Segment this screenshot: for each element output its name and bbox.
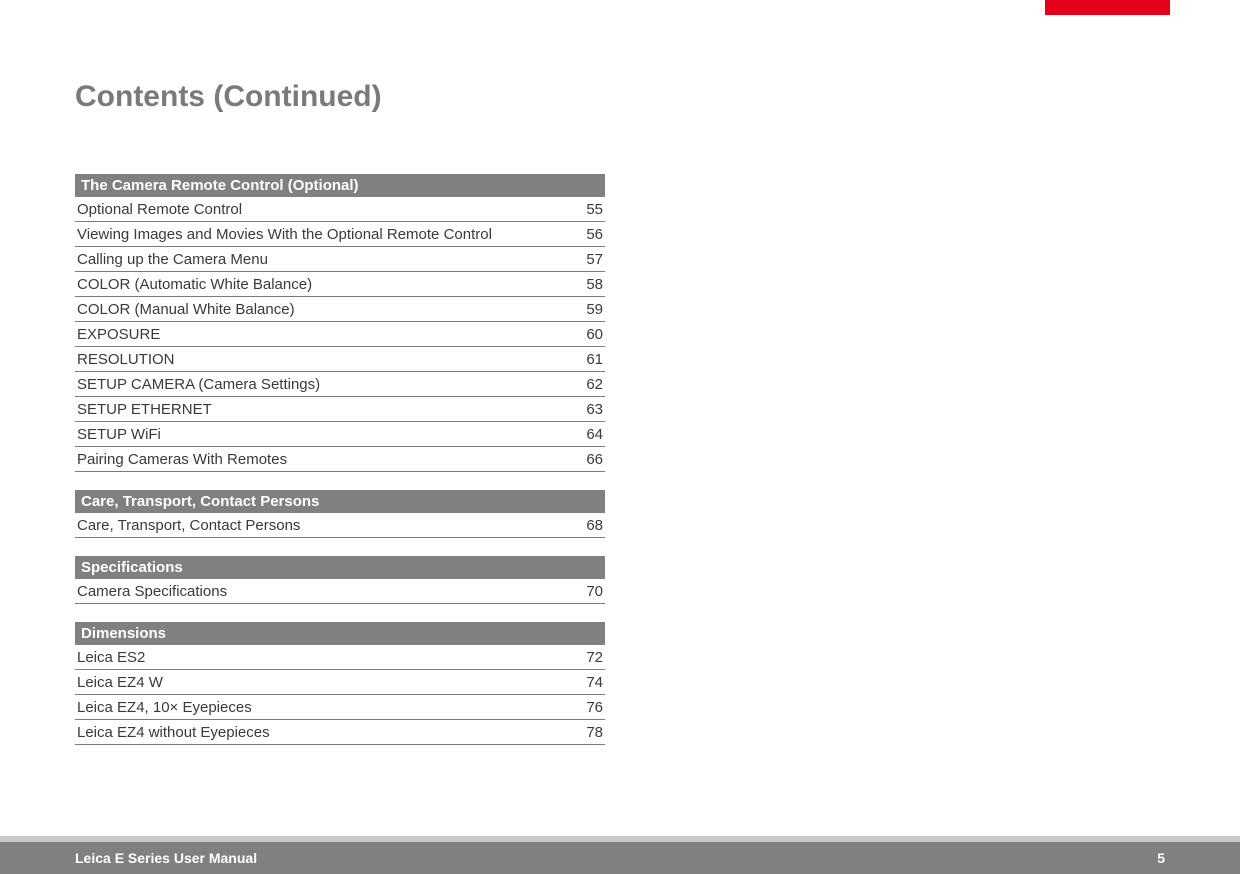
toc-page: 68 <box>573 517 603 534</box>
toc-label: Leica EZ4 W <box>77 674 573 691</box>
toc-entry[interactable]: Care, Transport, Contact Persons68 <box>75 513 605 538</box>
toc-entry[interactable]: Leica EZ4 W74 <box>75 670 605 695</box>
page-title: Contents (Continued) <box>75 80 1240 114</box>
toc-label: Pairing Cameras With Remotes <box>77 451 573 468</box>
page-footer: Leica E Series User Manual 5 <box>0 842 1240 874</box>
toc-entry[interactable]: Pairing Cameras With Remotes66 <box>75 447 605 472</box>
toc-page: 63 <box>573 401 603 418</box>
toc-entry[interactable]: Camera Specifications70 <box>75 579 605 604</box>
toc-label: Leica ES2 <box>77 649 573 666</box>
toc-page: 78 <box>573 724 603 741</box>
toc-label: Optional Remote Control <box>77 201 573 218</box>
toc-label: SETUP CAMERA (Camera Settings) <box>77 376 573 393</box>
toc-page: 58 <box>573 276 603 293</box>
toc-entry[interactable]: EXPOSURE60 <box>75 322 605 347</box>
toc-label: Leica EZ4 without Eyepieces <box>77 724 573 741</box>
toc-page: 76 <box>573 699 603 716</box>
toc-label: SETUP ETHERNET <box>77 401 573 418</box>
toc-page: 55 <box>573 201 603 218</box>
toc-page: 62 <box>573 376 603 393</box>
section-header: Care, Transport, Contact Persons <box>75 490 605 513</box>
toc-page: 57 <box>573 251 603 268</box>
section-header: Dimensions <box>75 622 605 645</box>
toc-entry[interactable]: COLOR (Automatic White Balance)58 <box>75 272 605 297</box>
toc-entry[interactable]: Leica ES272 <box>75 645 605 670</box>
toc-column: The Camera Remote Control (Optional) Opt… <box>75 174 605 745</box>
toc-label: RESOLUTION <box>77 351 573 368</box>
page-index-tab <box>1045 0 1170 15</box>
footer-doc-title: Leica E Series User Manual <box>75 850 257 866</box>
toc-label: Calling up the Camera Menu <box>77 251 573 268</box>
toc-label: Leica EZ4, 10× Eyepieces <box>77 699 573 716</box>
toc-page: 74 <box>573 674 603 691</box>
toc-entry[interactable]: SETUP ETHERNET63 <box>75 397 605 422</box>
toc-label: Viewing Images and Movies With the Optio… <box>77 226 573 243</box>
toc-label: EXPOSURE <box>77 326 573 343</box>
toc-entry[interactable]: Optional Remote Control55 <box>75 197 605 222</box>
toc-entry[interactable]: Leica EZ4, 10× Eyepieces76 <box>75 695 605 720</box>
toc-label: COLOR (Automatic White Balance) <box>77 276 573 293</box>
toc-page: 66 <box>573 451 603 468</box>
toc-entry[interactable]: SETUP CAMERA (Camera Settings)62 <box>75 372 605 397</box>
toc-entry[interactable]: Leica EZ4 without Eyepieces78 <box>75 720 605 745</box>
section-header: The Camera Remote Control (Optional) <box>75 174 605 197</box>
toc-label: COLOR (Manual White Balance) <box>77 301 573 318</box>
toc-page: 60 <box>573 326 603 343</box>
toc-entry[interactable]: Calling up the Camera Menu57 <box>75 247 605 272</box>
toc-entry[interactable]: SETUP WiFi64 <box>75 422 605 447</box>
toc-label: Camera Specifications <box>77 583 573 600</box>
toc-page: 56 <box>573 226 603 243</box>
toc-page: 72 <box>573 649 603 666</box>
footer-page-number: 5 <box>1157 850 1165 866</box>
toc-page: 64 <box>573 426 603 443</box>
section-header: Specifications <box>75 556 605 579</box>
toc-label: SETUP WiFi <box>77 426 573 443</box>
toc-label: Care, Transport, Contact Persons <box>77 517 573 534</box>
toc-page: 70 <box>573 583 603 600</box>
toc-entry[interactable]: Viewing Images and Movies With the Optio… <box>75 222 605 247</box>
toc-entry[interactable]: COLOR (Manual White Balance)59 <box>75 297 605 322</box>
page-content: Contents (Continued) The Camera Remote C… <box>0 0 1240 745</box>
toc-entry[interactable]: RESOLUTION61 <box>75 347 605 372</box>
toc-page: 61 <box>573 351 603 368</box>
toc-page: 59 <box>573 301 603 318</box>
